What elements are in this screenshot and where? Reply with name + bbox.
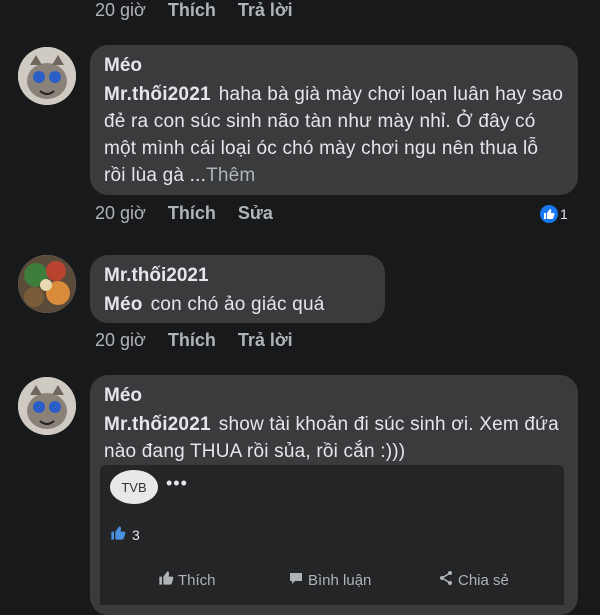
like-button[interactable]: Thích [158,570,216,590]
thumbs-up-icon [158,570,174,590]
see-more-link[interactable]: Thêm [206,165,255,186]
page-avatar[interactable]: TVB [110,470,158,504]
mention[interactable]: Mr.thối2021 [104,414,211,435]
comment-button[interactable]: Bình luận [288,570,371,590]
reply-link[interactable]: Trả lời [238,0,293,21]
share-icon [438,570,454,590]
post-reaction-count[interactable]: 3 [110,525,140,544]
comment-text: Méo con chó ảo giác quá [104,294,325,315]
comment-meta-top: 20 giờ Thích Trả lời [95,0,293,21]
like-link[interactable]: Thích [168,203,216,224]
reaction-count[interactable]: 1 [540,205,568,223]
like-link[interactable]: Thích [168,330,216,351]
like-icon [110,525,126,544]
avatar-meo[interactable] [18,47,76,105]
more-options-icon[interactable]: ••• [166,473,188,494]
comment-meta: 20 giờ Thích Sửa [95,203,273,224]
comment-text: Mr.thối2021 show tài khoản đi súc sinh ơi… [104,414,559,462]
comment-text: Mr.thối2021 haha bà già mày chơi loạn luâ… [104,84,564,186]
like-link[interactable]: Thích [168,0,216,21]
comment-author[interactable]: Méo [104,55,564,77]
comment-bubble[interactable]: Méo Mr.thối2021 haha bà già mày chơi loạn… [90,45,578,195]
like-icon [540,205,558,223]
timestamp: 20 giờ [95,330,146,350]
avatar-meo[interactable] [18,377,76,435]
comment-bubble[interactable]: Mr.thối2021 Méo con chó ảo giác quá [90,255,385,323]
comment-meta: 20 giờ Thích Trả lời [95,330,293,351]
post-action-bar: Thích Bình luận Chia sẻ [100,565,564,595]
timestamp: 20 giờ [95,0,146,20]
shared-post-card[interactable]: TVB ••• 3 Thích Bình luận Chia sẻ [100,465,564,605]
avatar-mr-thoi[interactable] [18,255,76,313]
share-button[interactable]: Chia sẻ [438,570,509,590]
comment-icon [288,570,304,590]
edit-link[interactable]: Sửa [238,203,273,224]
timestamp: 20 giờ [95,203,146,223]
mention[interactable]: Mr.thối2021 [104,84,211,105]
reply-link[interactable]: Trả lời [238,330,293,351]
comment-author[interactable]: Mr.thối2021 [104,265,371,287]
comment-author[interactable]: Méo [104,385,564,407]
mention[interactable]: Méo [104,294,143,315]
